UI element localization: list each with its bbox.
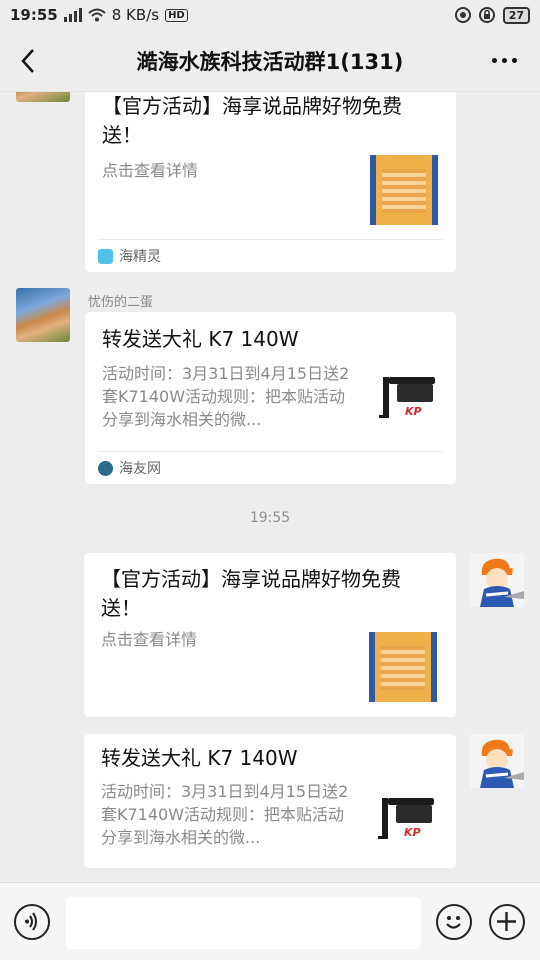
source-label: 海精灵 — [119, 249, 161, 265]
link-card[interactable]: 转发送大礼 K7 140W 活动时间：3月31日到4月15日送2套K7140W活… — [85, 312, 456, 484]
more-button[interactable] — [492, 50, 522, 70]
app-icon — [98, 248, 113, 264]
emoji-button[interactable] — [436, 904, 472, 940]
card-description: 活动时间：3月31日到4月15日送2套K7140W活动规则：把本贴活动分享到海水… — [101, 782, 349, 847]
back-button[interactable] — [14, 44, 46, 78]
lock-icon — [478, 7, 495, 23]
chat-title: 澔海水族科技活动群1(131) — [136, 49, 404, 74]
wifi-icon — [88, 8, 106, 22]
back-arrow-icon — [21, 49, 34, 73]
app-icon — [98, 460, 113, 476]
thumb-brand: KP — [405, 405, 422, 418]
card-title: 【官方活动】海享说品牌好物免费送！ — [101, 567, 401, 620]
card-description: 点击查看详情 — [101, 630, 198, 649]
link-card[interactable]: 【官方活动】海享说品牌好物免费送！ 点击查看详情 海精灵 — [85, 92, 456, 272]
card-source: 海友网 — [98, 451, 443, 484]
card-source: 海精灵 — [98, 239, 443, 272]
card-title: 【官方活动】海享说品牌好物免费送！ — [102, 94, 402, 147]
chat-header: 澔海水族科技活动群1(131) — [0, 30, 540, 92]
voice-icon — [25, 912, 37, 931]
timestamp: 19:55 — [249, 510, 291, 526]
card-description: 活动时间：3月31日到4月15日送2套K7140W活动规则：把本贴活动分享到海水… — [102, 364, 350, 429]
card-thumbnail — [369, 632, 437, 702]
avatar[interactable] — [16, 288, 70, 342]
message-list[interactable]: 【官方活动】海享说品牌好物免费送！ 点击查看详情 海精灵 忧伤的二蛋 转发送大礼… — [0, 92, 540, 882]
link-card[interactable]: 转发送大礼 K7 140W 活动时间：3月31日到4月15日送2套K7140W活… — [84, 734, 456, 868]
card-description: 点击查看详情 — [102, 161, 199, 180]
network-speed: 8 KB/s — [111, 6, 160, 24]
more-dots-icon — [492, 57, 497, 63]
card-thumbnail: KP — [374, 790, 442, 860]
sender-name: 忧伤的二蛋 — [88, 295, 154, 310]
card-title: 转发送大礼 K7 140W — [101, 746, 298, 770]
battery-icon: 27 — [502, 6, 530, 24]
card-thumbnail — [370, 155, 438, 225]
input-bar — [0, 882, 540, 960]
avatar[interactable] — [470, 553, 524, 607]
voice-button[interactable] — [14, 904, 50, 940]
avatar[interactable] — [16, 92, 70, 102]
link-card[interactable]: 【官方活动】海享说品牌好物免费送！ 点击查看详情 — [84, 553, 456, 717]
status-time: 19:55 — [10, 6, 58, 24]
card-thumbnail: KP — [375, 369, 443, 439]
avatar[interactable] — [470, 734, 524, 788]
plus-icon — [497, 912, 516, 931]
source-label: 海友网 — [119, 461, 161, 477]
signal-icon — [63, 8, 82, 22]
hd-icon: HD — [165, 8, 188, 22]
message-input[interactable] — [66, 897, 421, 949]
status-bar: 19:55 8 KB/s HD 27 — [0, 0, 540, 30]
emoji-icon — [446, 916, 461, 929]
do-not-disturb-icon — [454, 7, 471, 23]
thumb-brand: KP — [404, 826, 421, 839]
plus-button[interactable] — [489, 904, 525, 940]
card-title: 转发送大礼 K7 140W — [102, 327, 299, 351]
